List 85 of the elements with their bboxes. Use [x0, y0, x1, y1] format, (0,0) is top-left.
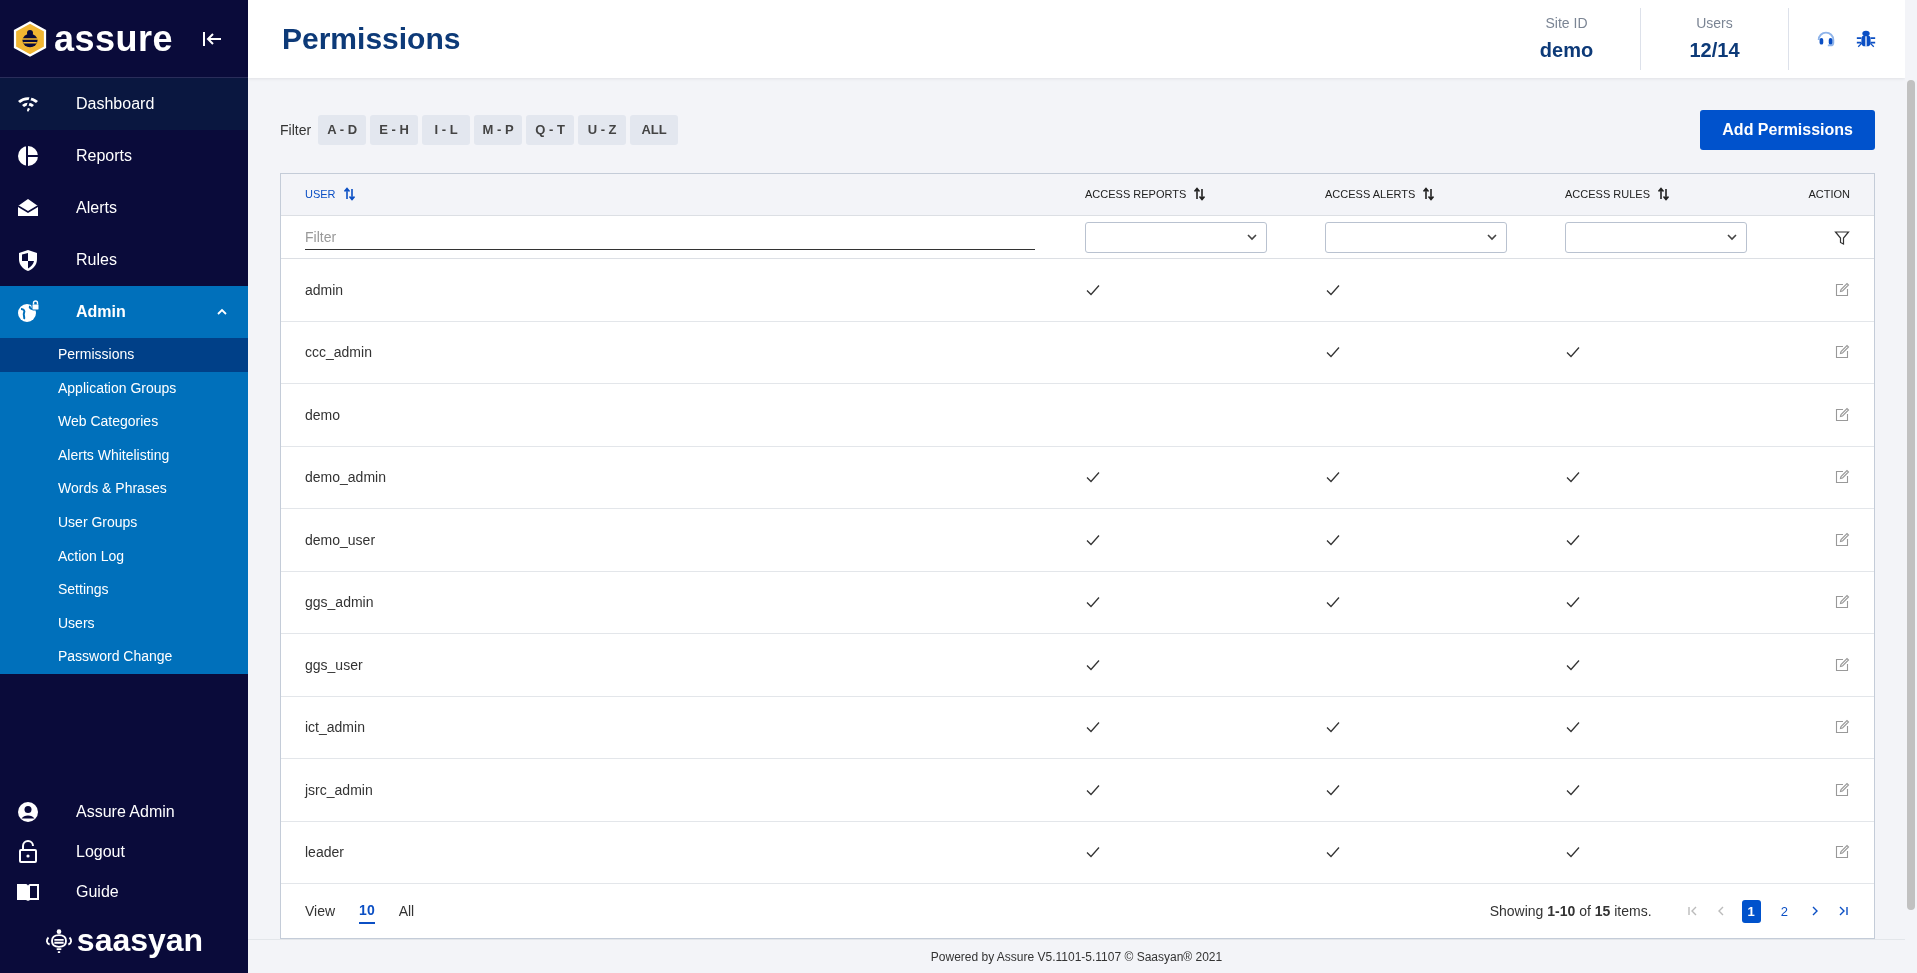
table-cell: ict_admin	[305, 719, 365, 736]
edit-icon[interactable]	[1834, 594, 1850, 611]
edit-icon[interactable]	[1834, 781, 1850, 798]
edit-icon[interactable]	[1834, 344, 1850, 361]
letter-filter-button[interactable]: E - H	[370, 114, 419, 145]
dropdown-field[interactable]	[1565, 221, 1747, 253]
shield-icon	[16, 248, 40, 272]
table-cell: ggs_admin	[305, 594, 374, 611]
submenu-item[interactable]: Alerts Whitelisting	[0, 438, 248, 473]
submenu-item[interactable]: Permissions	[0, 338, 248, 372]
page-size-option[interactable]: 10	[359, 898, 375, 924]
nav-item[interactable]: Alerts	[0, 182, 248, 234]
table-cell: jsrc_admin	[305, 781, 373, 798]
letter-filter-button[interactable]: M - P	[474, 114, 523, 145]
letter-filter-button[interactable]: ALL	[630, 114, 679, 145]
nav-item[interactable]: Reports	[0, 130, 248, 182]
sort-icon	[1423, 187, 1435, 202]
user-icon	[16, 800, 40, 824]
letter-filter-button[interactable]: U - Z	[578, 114, 627, 145]
nav-item[interactable]: Dashboard	[0, 78, 248, 130]
table-cell: demo_user	[305, 531, 376, 548]
globe-lock-icon	[16, 300, 40, 324]
dropdown-field[interactable]	[1325, 221, 1507, 253]
column-header: ACTION	[1808, 188, 1850, 201]
sort-icon	[1658, 187, 1669, 202]
column-header[interactable]: USER	[305, 187, 355, 202]
edit-icon[interactable]	[1834, 281, 1850, 298]
submenu-item[interactable]: Words & Phrases	[0, 472, 248, 506]
table-cell: demo	[305, 406, 341, 423]
chevron-down-icon	[1246, 231, 1258, 243]
table-cell: leader	[305, 844, 344, 861]
edit-icon[interactable]	[1834, 469, 1850, 486]
edit-icon[interactable]	[1834, 719, 1850, 736]
view-label: View	[305, 903, 336, 919]
table-cell: admin	[305, 281, 344, 298]
bee-hexagon-icon	[12, 20, 48, 57]
table-cell: demo_admin	[305, 469, 386, 486]
table-cell: ccc_admin	[305, 344, 372, 361]
bee-icon	[44, 926, 73, 955]
submenu-item[interactable]: Application Groups	[0, 371, 248, 406]
dropdown-field[interactable]	[1085, 221, 1267, 253]
saasyan-logo: saasyan	[44, 922, 204, 959]
nav-item[interactable]: Rules	[0, 234, 248, 286]
sidebar-link[interactable]: Assure Admin	[0, 792, 248, 832]
filter-icon[interactable]	[1834, 229, 1850, 246]
chevron-down-icon	[1726, 231, 1738, 243]
footer-text: Powered by Assure V5.1101-5.1107 © Saasyan® 2021	[248, 939, 1905, 973]
sort-icon	[1194, 187, 1206, 202]
pie-chart-icon	[16, 144, 40, 168]
pagination-summary: Showing 1-10 of 15 items.	[1489, 903, 1652, 919]
edit-icon[interactable]	[1834, 406, 1850, 423]
padlock-icon	[16, 840, 40, 864]
table-cell: ggs_user	[305, 656, 363, 673]
edit-icon[interactable]	[1834, 656, 1850, 673]
edit-icon[interactable]	[1834, 844, 1850, 861]
submenu-item[interactable]: Settings	[0, 573, 248, 607]
assure-logo: assure	[12, 17, 174, 60]
letter-filter-button[interactable]: I - L	[422, 114, 471, 145]
edit-icon[interactable]	[1834, 531, 1850, 548]
column-header[interactable]: ACCESS ALERTS	[1325, 187, 1435, 202]
submenu-item[interactable]: Users	[0, 606, 248, 641]
stat-value: demo	[1539, 39, 1594, 63]
page-size-option[interactable]: All	[398, 899, 415, 923]
page-button[interactable]: 1	[1741, 899, 1761, 923]
submenu-item[interactable]: Action Log	[0, 539, 248, 574]
stat-label: Site ID	[1545, 15, 1588, 32]
stat-label: Users	[1696, 15, 1733, 32]
sidebar-link[interactable]: Logout	[0, 832, 248, 872]
column-header[interactable]: ACCESS REPORTS	[1085, 187, 1206, 202]
sort-icon	[343, 187, 355, 202]
chevron-down-icon	[1486, 231, 1498, 243]
stat-value: 12/14	[1689, 39, 1740, 63]
submenu-item[interactable]: Web Categories	[0, 405, 248, 439]
letter-filter-button[interactable]: Q - T	[526, 114, 575, 145]
nav-item[interactable]: Admin	[0, 286, 248, 338]
scrollbar-thumb[interactable]	[1907, 80, 1915, 910]
submenu-item[interactable]: User Groups	[0, 505, 248, 540]
page-title: Permissions	[282, 21, 462, 56]
letter-filter-button[interactable]: A - D	[318, 114, 367, 145]
column-header[interactable]: ACCESS RULES	[1565, 187, 1669, 202]
page-button[interactable]: 2	[1774, 899, 1794, 923]
filter-label: Filter	[280, 121, 312, 138]
submenu-item[interactable]: Password Change	[0, 640, 248, 674]
add-permissions-button[interactable]: Add Permissions	[1700, 109, 1875, 150]
sidebar-link[interactable]: Guide	[0, 872, 248, 912]
